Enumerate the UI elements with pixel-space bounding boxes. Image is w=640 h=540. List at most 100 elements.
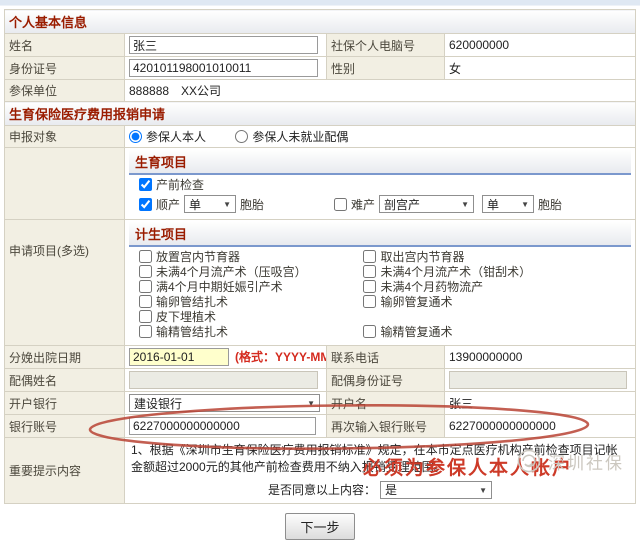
difficult-birth-checkbox[interactable]	[334, 198, 347, 211]
declare-self-label: 参保人本人	[146, 130, 206, 144]
fp-option[interactable]: 未满4个月药物流产	[363, 280, 483, 295]
fp-checkbox[interactable]	[363, 295, 376, 308]
declare-spouse-radio[interactable]	[235, 130, 248, 143]
date-format-hint: (格式：YYYY-MM-DD)	[235, 350, 327, 364]
fp-checkbox[interactable]	[139, 295, 152, 308]
dropdown-arrow-icon: ▼	[307, 399, 315, 408]
gender-value: 女	[445, 57, 636, 80]
subsection-header-family-planning: 计生项目	[129, 222, 631, 247]
fp-option-label: 输卵管结扎术	[156, 295, 228, 309]
fp-option-label: 未满4个月流产术（压吸宫）	[156, 265, 307, 279]
fp-option-label: 皮下埋植术	[156, 310, 216, 324]
declare-self-radio[interactable]	[129, 130, 142, 143]
difficult-method-value: 剖宫产	[384, 196, 420, 213]
important-notice-label: 重要提示内容	[5, 438, 125, 504]
fp-option[interactable]: 放置宫内节育器	[139, 250, 240, 265]
natural-count-value: 单	[189, 196, 201, 213]
phone-label: 联系电话	[327, 346, 445, 369]
declare-target-label: 申报对象	[5, 126, 125, 148]
fp-option-label: 输卵管复通术	[380, 295, 452, 309]
section-header-personal-info: 个人基本信息	[5, 10, 636, 34]
fp-option[interactable]: 未满4个月流产术（钳刮术）	[363, 265, 531, 280]
id-number-label: 身份证号	[5, 57, 125, 80]
next-step-button[interactable]: 下一步	[285, 513, 354, 540]
gender-label: 性别	[327, 57, 445, 80]
declare-spouse-label: 参保人未就业配偶	[252, 130, 348, 144]
dropdown-arrow-icon: ▼	[521, 200, 529, 209]
watermark-text: 深圳社保	[548, 449, 624, 474]
subsection-header-birth: 生育项目	[129, 150, 631, 175]
fp-option-label: 放置宫内节育器	[156, 250, 240, 264]
fp-checkbox[interactable]	[139, 265, 152, 278]
section-header-claim: 生育保险医疗费用报销申请	[5, 102, 636, 126]
fp-option-label: 满4个月中期妊娠引产术	[156, 280, 283, 294]
fp-option-label: 输精管结扎术	[156, 325, 228, 339]
fp-option[interactable]: 输精管结扎术	[139, 325, 228, 340]
fp-option-label: 未满4个月药物流产	[380, 280, 483, 294]
difficult-birth-option[interactable]: 难产	[334, 196, 375, 213]
natural-count-select[interactable]: 单▼	[184, 195, 236, 213]
declare-target-options: 参保人本人 参保人未就业配偶	[125, 126, 636, 148]
ssc-number-value: 620000000	[445, 34, 636, 57]
declare-spouse-option[interactable]: 参保人未就业配偶	[235, 130, 348, 144]
account-name-label: 开户名	[327, 392, 445, 415]
fp-option[interactable]: 满4个月中期妊娠引产术	[139, 280, 283, 295]
difficult-fetus-suffix: 胞胎	[538, 196, 562, 213]
bank-select[interactable]: 建设银行 ▼	[129, 394, 320, 412]
name-input[interactable]	[129, 36, 318, 54]
spouse-name-label: 配偶姓名	[5, 369, 125, 392]
agree-label: 是否同意以上内容：	[268, 482, 376, 499]
fp-checkbox[interactable]	[363, 265, 376, 278]
watermark: 深圳社保	[516, 448, 624, 474]
spouse-id-label: 配偶身份证号	[327, 369, 445, 392]
fp-option-label: 取出宫内节育器	[380, 250, 464, 264]
bank-account-confirm-value: 6227000000000000	[445, 415, 636, 438]
bank-account-input[interactable]	[129, 417, 316, 435]
difficult-birth-label: 难产	[351, 198, 375, 212]
discharge-date-input[interactable]	[129, 348, 229, 366]
agree-select[interactable]: 是▼	[380, 481, 492, 499]
natural-birth-option[interactable]: 顺产	[139, 196, 180, 213]
fp-option[interactable]: 输卵管结扎术	[139, 295, 228, 310]
id-number-input[interactable]	[129, 59, 318, 77]
fp-checkbox[interactable]	[363, 325, 376, 338]
spouse-id-input[interactable]	[449, 371, 627, 389]
prenatal-checkbox[interactable]	[139, 178, 152, 191]
dropdown-arrow-icon: ▼	[223, 200, 231, 209]
fp-checkbox[interactable]	[363, 250, 376, 263]
fp-option[interactable]: 未满4个月流产术（压吸宫）	[139, 265, 307, 280]
fp-option[interactable]: 皮下埋植术	[139, 310, 216, 325]
prenatal-checkbox-option[interactable]: 产前检查	[139, 176, 204, 193]
bank-select-value: 建设银行	[134, 395, 182, 412]
fp-checkbox[interactable]	[139, 310, 152, 323]
employer-label: 参保单位	[5, 80, 125, 102]
difficult-count-select[interactable]: 单▼	[482, 195, 534, 213]
fp-option[interactable]: 取出宫内节育器	[363, 250, 464, 265]
fp-checkbox[interactable]	[363, 280, 376, 293]
fp-option[interactable]: 输精管复通术	[363, 325, 452, 340]
account-name-value: 张三	[445, 392, 636, 415]
prenatal-label: 产前检查	[156, 178, 204, 192]
dropdown-arrow-icon: ▼	[479, 482, 487, 499]
fp-checkbox[interactable]	[139, 250, 152, 263]
bank-account-confirm-label: 再次输入银行账号	[327, 415, 445, 438]
natural-fetus-suffix: 胞胎	[240, 196, 264, 213]
spouse-name-input[interactable]	[129, 371, 318, 389]
fp-option-label: 输精管复通术	[380, 325, 452, 339]
ssc-number-label: 社保个人电脑号	[327, 34, 445, 57]
employer-value: 888888 XX公司	[125, 80, 636, 102]
top-divider	[0, 0, 640, 6]
fp-checkbox[interactable]	[139, 325, 152, 338]
shenzhen-social-security-logo-icon	[516, 448, 542, 474]
bank-account-label: 银行账号	[5, 415, 125, 438]
discharge-date-label: 分娩出院日期	[5, 346, 125, 369]
natural-birth-checkbox[interactable]	[139, 198, 152, 211]
difficult-method-select[interactable]: 剖宫产 ▼	[379, 195, 474, 213]
phone-value: 13900000000	[445, 346, 636, 369]
bank-label: 开户银行	[5, 392, 125, 415]
difficult-count-value: 单	[487, 196, 499, 213]
dropdown-arrow-icon: ▼	[461, 200, 469, 209]
fp-option[interactable]: 输卵管复通术	[363, 295, 452, 310]
declare-self-option[interactable]: 参保人本人	[129, 130, 206, 144]
fp-checkbox[interactable]	[139, 280, 152, 293]
